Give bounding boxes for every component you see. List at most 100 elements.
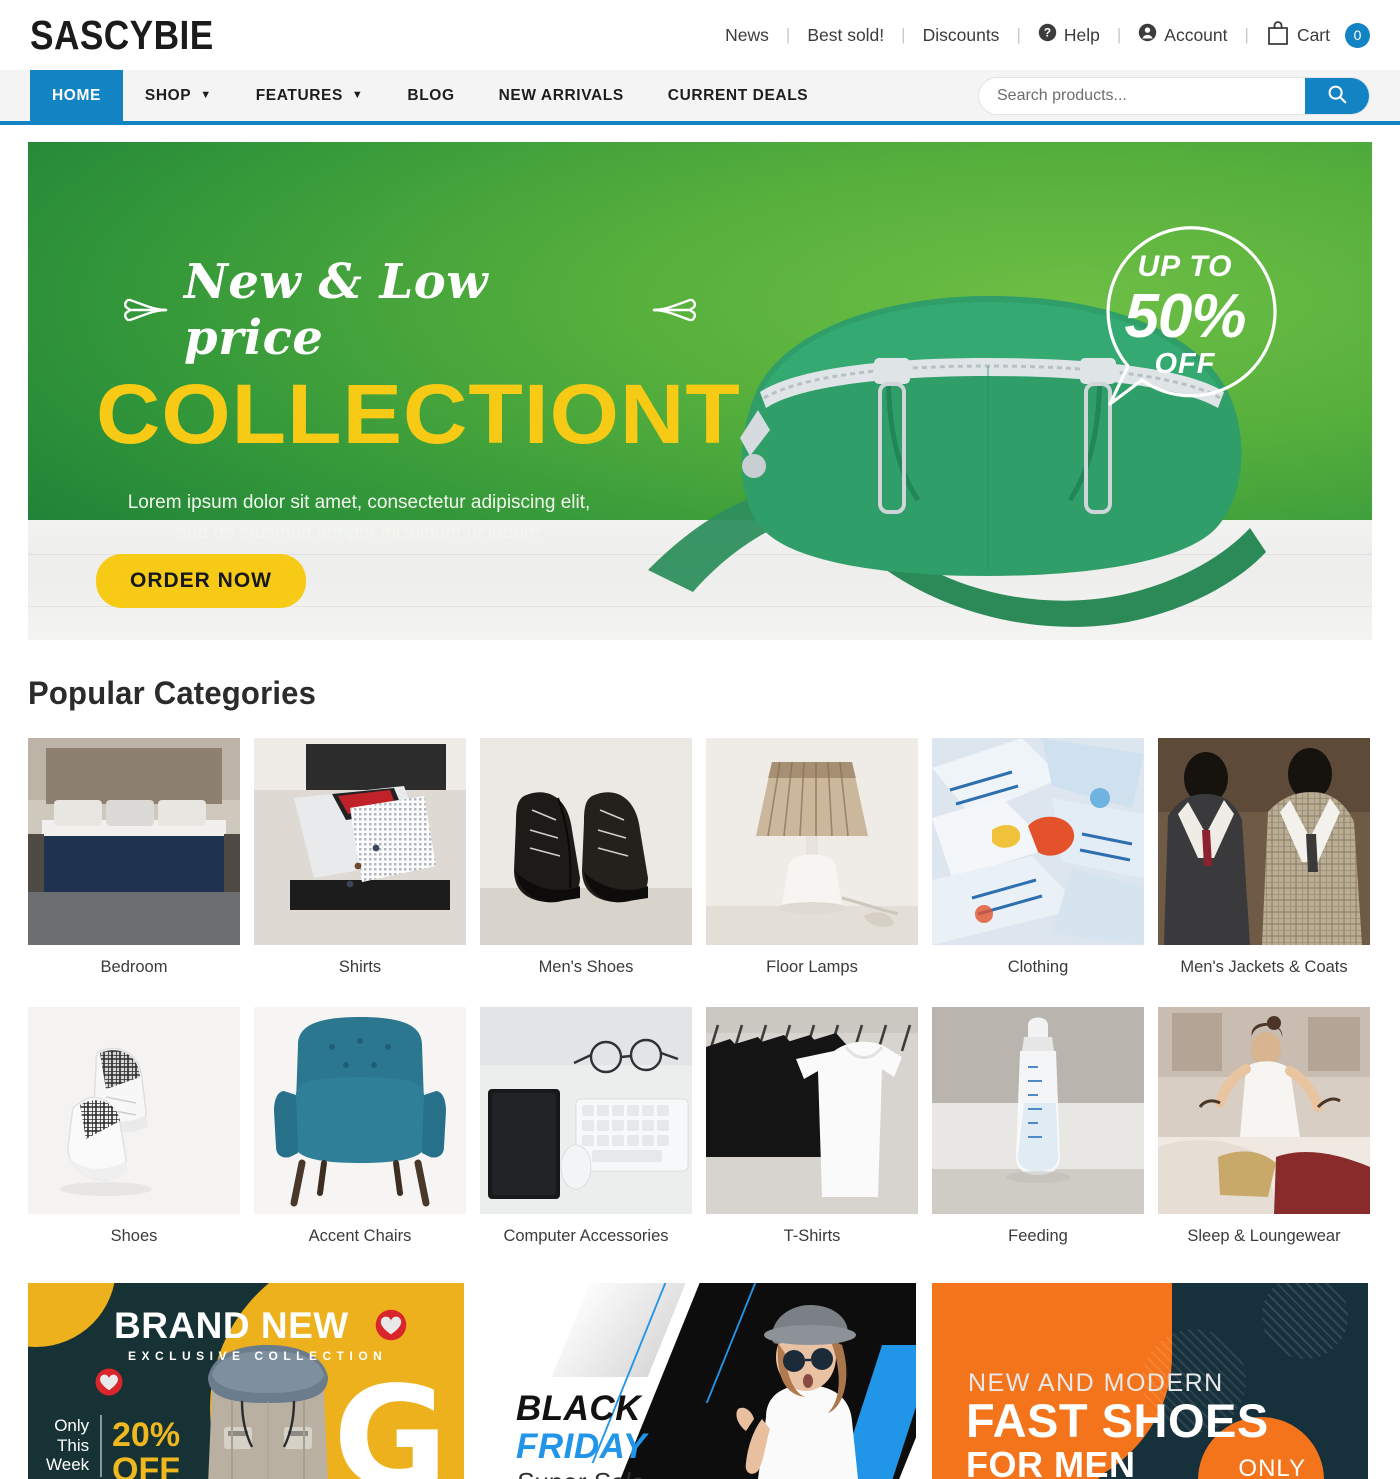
nav-item-new-arrivals[interactable]: NEW ARRIVALS <box>477 70 646 121</box>
hero-copy: New & Low price COLLECTIONT Lorem ipsum … <box>96 254 740 549</box>
chevron-down-icon: ▼ <box>200 89 212 101</box>
category-card-shoes[interactable]: Shoes <box>28 1007 240 1246</box>
badge-line-percent: 50% <box>1124 281 1246 351</box>
search-icon <box>1326 83 1348 108</box>
promo-circle-label: ONLY <box>1238 1455 1306 1479</box>
site-logo[interactable]: SASCYBIE <box>30 12 214 59</box>
category-card-mens-jackets[interactable]: Men's Jackets & Coats <box>1158 738 1370 977</box>
decor-hatch-circle <box>1262 1283 1348 1359</box>
promo-title-line3: Super Sale <box>516 1467 645 1479</box>
badge-line-off: OFF <box>1154 347 1216 380</box>
nav-divider: | <box>901 25 906 44</box>
category-card-bedroom[interactable]: Bedroom <box>28 738 240 977</box>
search-box <box>978 76 1370 115</box>
divider <box>100 1415 102 1477</box>
order-now-button[interactable]: ORDER NOW <box>96 554 306 608</box>
category-image-sleep-loungewear <box>1158 1007 1370 1214</box>
category-label: Men's Jackets & Coats <box>1180 958 1348 976</box>
category-label: Bedroom <box>100 958 168 976</box>
category-card-mens-shoes[interactable]: Men's Shoes <box>480 738 692 977</box>
hero-headline: COLLECTIONT <box>96 367 741 461</box>
category-card-accent-chairs[interactable]: Accent Chairs <box>254 1007 466 1246</box>
storefront-page: SASCYBIE News | Best sold! | Discounts |… <box>0 0 1400 1479</box>
category-image-bedroom <box>28 738 240 945</box>
category-card-computer-accessories[interactable]: Computer Accessories <box>480 1007 692 1246</box>
utility-nav-item-news[interactable]: News <box>725 25 769 46</box>
promo-only-text: Only This Week <box>46 1416 89 1475</box>
category-label: Sleep & Loungewear <box>1187 1227 1341 1245</box>
decor-circle <box>28 1283 116 1347</box>
utility-nav-item-discounts[interactable]: Discounts <box>923 25 1000 46</box>
category-image-accent-chairs <box>254 1007 466 1214</box>
category-label: Men's Shoes <box>538 958 634 976</box>
hero-subtext-line2: sed do eiusmod tempor incididunt ut labo… <box>177 522 541 544</box>
nav-item-blog[interactable]: BLOG <box>385 70 476 121</box>
shopping-bag-icon <box>1266 20 1290 51</box>
category-card-clothing[interactable]: Clothing <box>932 738 1144 977</box>
category-label: Accent Chairs <box>308 1227 412 1245</box>
utility-nav-item-best-sold[interactable]: Best sold! <box>807 25 884 46</box>
category-grid: Bedroom Shirts Men's Shoes Floor Lamps C… <box>28 738 1372 1246</box>
category-image-mens-shoes <box>480 738 692 945</box>
promo-title: FAST SHOES <box>966 1394 1269 1447</box>
category-card-feeding[interactable]: Feeding <box>932 1007 1144 1246</box>
promo-title-line1: BLACK <box>516 1389 641 1428</box>
category-image-shoes <box>28 1007 240 1214</box>
nav-item-home[interactable]: HOME <box>30 70 123 121</box>
heart-badge-icon <box>95 1368 123 1396</box>
only-line-2: This <box>57 1435 90 1455</box>
category-image-mens-jackets <box>1158 738 1370 945</box>
category-card-shirts[interactable]: Shirts <box>254 738 466 977</box>
promo-banner-brand-new[interactable]: G BRAND NEW EXCLUSIVE COLLECTION Only Th… <box>28 1283 464 1479</box>
category-card-tshirts[interactable]: T-Shirts <box>706 1007 918 1246</box>
category-image-clothing <box>932 738 1144 945</box>
discount-badge: UP TO 50% OFF <box>1090 220 1280 410</box>
promo-banner-black-friday[interactable]: BLACK FRIDAY Super Sale <box>480 1283 916 1479</box>
nav-item-label: BLOG <box>407 86 455 104</box>
flourish-left-icon <box>124 298 168 322</box>
search-input[interactable] <box>979 77 1305 114</box>
category-image-computer-accessories <box>480 1007 692 1214</box>
category-card-floor-lamps[interactable]: Floor Lamps <box>706 738 918 977</box>
promo-banner-fast-shoes[interactable]: ONLY NEW AND MODERN FAST SHOES FOR MEN <box>932 1283 1368 1479</box>
promo-title-line2: FRIDAY <box>516 1427 647 1466</box>
hero-banner[interactable]: New & Low price COLLECTIONT Lorem ipsum … <box>28 142 1372 640</box>
nav-divider: | <box>1244 25 1249 44</box>
category-label: Floor Lamps <box>766 958 858 976</box>
cart-label: Cart <box>1296 24 1330 45</box>
nav-item-label: CURRENT DEALS <box>667 86 809 104</box>
model-image <box>736 1305 858 1479</box>
only-line-1: Only <box>54 1415 90 1435</box>
promo-title: BRAND NEW <box>114 1305 349 1346</box>
utility-nav-item-help[interactable]: ? Help <box>1038 23 1100 47</box>
hero-subtext-line1: Lorem ipsum dolor sit amet, consectetur … <box>127 492 591 513</box>
category-label: Feeding <box>1008 1227 1068 1245</box>
nav-item-current-deals[interactable]: CURRENT DEALS <box>646 70 830 121</box>
heart-badge-icon <box>375 1309 407 1341</box>
nav-item-features[interactable]: FEATURES ▼ <box>234 70 386 121</box>
category-image-floor-lamps <box>706 738 918 945</box>
nav-divider: | <box>1016 25 1021 44</box>
header-top-bar: SASCYBIE News | Best sold! | Discounts |… <box>0 0 1400 70</box>
category-label: Shoes <box>110 1227 158 1245</box>
search-submit-button[interactable] <box>1305 77 1369 114</box>
main-nav-links: HOME SHOP ▼ FEATURES ▼ BLOG NEW ARRIVALS… <box>0 70 830 121</box>
utility-nav-item-account[interactable]: Account <box>1138 23 1228 47</box>
discount-off: OFF <box>112 1451 180 1479</box>
promo-discount: 20% OFF <box>112 1417 180 1479</box>
cart-button[interactable]: Cart 0 <box>1266 20 1370 51</box>
nav-divider: | <box>1116 25 1122 44</box>
badge-line-up-to: UP TO <box>1137 249 1233 283</box>
promo-banner-row: G BRAND NEW EXCLUSIVE COLLECTION Only Th… <box>28 1283 1372 1479</box>
nav-item-shop[interactable]: SHOP ▼ <box>123 70 234 121</box>
category-card-sleep-loungewear[interactable]: Sleep & Loungewear <box>1158 1007 1370 1246</box>
user-circle-icon <box>1138 23 1157 47</box>
svg-text:?: ? <box>1044 25 1051 39</box>
discount-badge-text: UP TO 50% OFF <box>1090 220 1280 410</box>
category-label: Clothing <box>1007 958 1069 976</box>
nav-item-label: NEW ARRIVALS <box>498 86 624 104</box>
category-image-tshirts <box>706 1007 918 1214</box>
hero-script-text: New & Low price <box>184 254 489 366</box>
nav-item-label: FEATURES <box>255 86 343 104</box>
chevron-down-icon: ▼ <box>351 89 364 101</box>
